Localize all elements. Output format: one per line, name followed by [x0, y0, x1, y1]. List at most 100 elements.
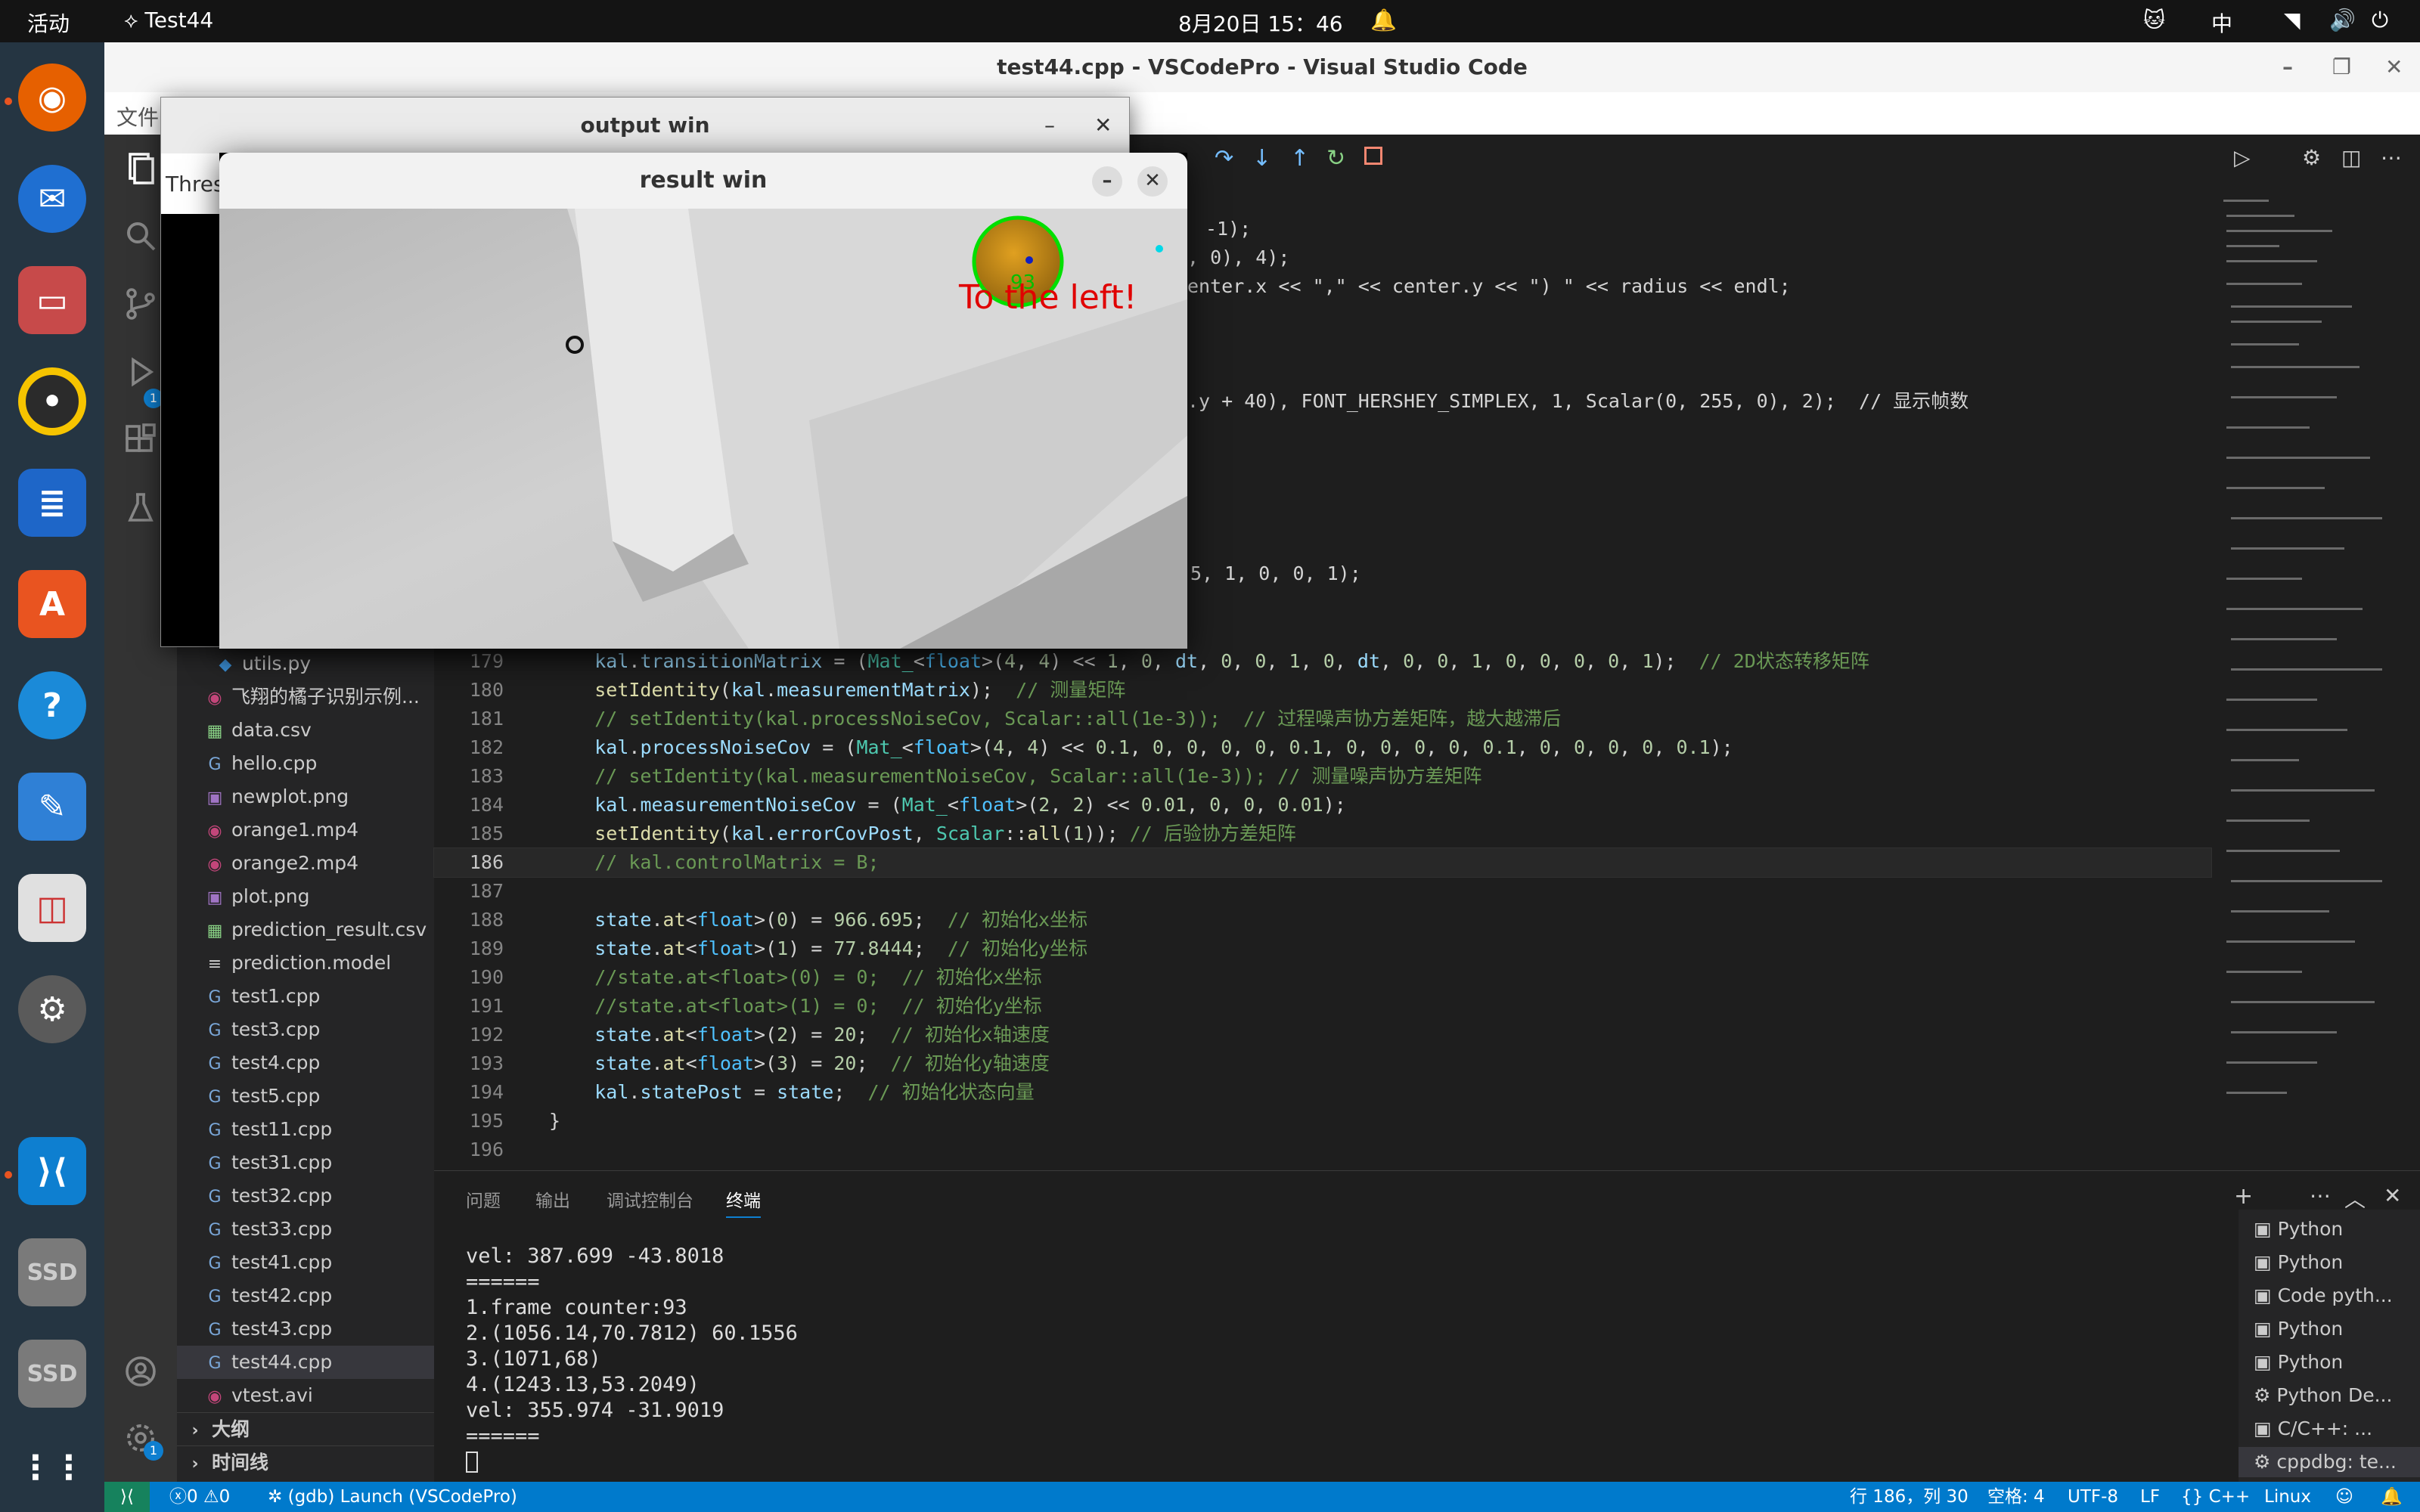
run-icon[interactable]: ▷: [2234, 145, 2251, 170]
file-item[interactable]: ▣ newplot.png: [177, 780, 434, 813]
language-mode[interactable]: {} C++: [2181, 1482, 2250, 1512]
app-menu[interactable]: ⟡ Test44: [124, 8, 213, 33]
code-line[interactable]: 193 state.at<float>(3) = 20; // 初始化y轴速度: [434, 1049, 2211, 1078]
file-item[interactable]: Gtest31.cpp: [177, 1146, 434, 1179]
help-icon[interactable]: ?: [18, 671, 86, 739]
close-icon[interactable]: ✕: [1137, 166, 1168, 197]
tab-terminal[interactable]: 终端: [726, 1186, 761, 1218]
notification-bell-icon[interactable]: 🔔: [1370, 8, 1397, 33]
step-into-icon[interactable]: ↓: [1252, 145, 1271, 172]
minimize-icon[interactable]: –: [2282, 42, 2293, 92]
file-item[interactable]: Gtest41.cpp: [177, 1246, 434, 1279]
app-center-icon[interactable]: A: [18, 570, 86, 638]
file-item[interactable]: Gtest42.cpp: [177, 1279, 434, 1312]
settings-icon[interactable]: ⚙: [18, 975, 86, 1043]
minimize-icon[interactable]: –: [1044, 98, 1055, 153]
thunderbird-icon[interactable]: ✉: [18, 165, 86, 233]
os-indicator[interactable]: Linux: [2264, 1482, 2311, 1512]
tab-output[interactable]: 输出: [535, 1186, 570, 1212]
extensions-icon[interactable]: [123, 422, 159, 458]
terminal-item[interactable]: ▣ Python: [2254, 1347, 2343, 1377]
terminal-item[interactable]: ▣ Python: [2254, 1247, 2343, 1278]
timeline-section[interactable]: › 时间线: [177, 1445, 434, 1479]
code-line[interactable]: 185 setIdentity(kal.errorCovPost, Scalar…: [434, 820, 2211, 848]
terminal-item[interactable]: ⚙ Python De...: [2254, 1380, 2392, 1411]
new-terminal-icon[interactable]: +: [2234, 1183, 2253, 1210]
file-item[interactable]: ◉ 飞翔的橘子识别示例...: [177, 680, 434, 714]
split-editor-icon[interactable]: ◫: [2341, 145, 2361, 170]
cursor-position[interactable]: 行 186，列 30: [1850, 1482, 1969, 1512]
remote-icon[interactable]: ⟩⟨: [104, 1482, 150, 1512]
firefox-icon[interactable]: ◉: [18, 64, 86, 132]
step-out-icon[interactable]: ↑: [1290, 145, 1309, 172]
terminal-item-active[interactable]: ⚙ cppdbg: te...: [2238, 1447, 2420, 1477]
file-item-active[interactable]: Gtest44.cpp: [177, 1346, 434, 1379]
power-icon[interactable]: ⏻: [2372, 8, 2388, 33]
encoding[interactable]: UTF-8: [2068, 1482, 2118, 1512]
file-item[interactable]: ≡ prediction.model: [177, 947, 434, 980]
file-item[interactable]: Gtest11.cpp: [177, 1113, 434, 1146]
code-line[interactable]: 189 state.at<float>(1) = 77.8444; // 初始化…: [434, 934, 2211, 963]
code-line[interactable]: 186 // kal.controlMatrix = B;: [433, 847, 2212, 878]
tab-debug-console[interactable]: 调试控制台: [607, 1186, 693, 1212]
terminal-item[interactable]: ▣ Python: [2254, 1314, 2343, 1344]
file-item[interactable]: Gtest4.cpp: [177, 1046, 434, 1080]
output-window-titlebar[interactable]: output win – ✕: [161, 98, 1129, 153]
code-line[interactable]: 190 //state.at<float>(0) = 0; // 初始化x坐标: [434, 963, 2211, 992]
file-item[interactable]: Gtest1.cpp: [177, 980, 434, 1013]
indentation[interactable]: 空格: 4: [1987, 1482, 2045, 1512]
result-window[interactable]: result win – ✕ 93 To the left!: [219, 153, 1187, 649]
volume-icon[interactable]: 🔊: [2329, 8, 2356, 33]
input-method[interactable]: 中: [2211, 8, 2232, 38]
files-icon[interactable]: ▭: [18, 266, 86, 334]
file-item[interactable]: Gtest3.cpp: [177, 1013, 434, 1046]
show-apps-icon[interactable]: ⋮⋮: [18, 1433, 86, 1501]
run-debug-icon[interactable]: [123, 354, 159, 390]
code-line[interactable]: 196: [434, 1136, 2211, 1164]
restart-icon[interactable]: ↻: [1326, 145, 1345, 172]
testing-flask-icon[interactable]: [123, 490, 159, 526]
file-item[interactable]: Gtest43.cpp: [177, 1312, 434, 1346]
file-item[interactable]: ◉ orange1.mp4: [177, 813, 434, 847]
file-item[interactable]: ▦ data.csv: [177, 714, 434, 747]
file-item[interactable]: Ghello.cpp: [177, 747, 434, 780]
ssd-drive-icon[interactable]: SSD: [18, 1238, 86, 1306]
text-editor-icon[interactable]: ✎: [18, 773, 86, 841]
minimize-icon[interactable]: –: [1092, 166, 1122, 197]
code-line[interactable]: 192 state.at<float>(2) = 20; // 初始化x轴速度: [434, 1021, 2211, 1049]
ssd-drive-icon-2[interactable]: SSD: [18, 1340, 86, 1408]
menu-file[interactable]: 文件: [116, 101, 159, 132]
search-icon[interactable]: [123, 218, 159, 254]
minimap[interactable]: [2216, 184, 2397, 1167]
source-control-icon[interactable]: [123, 286, 159, 322]
vscode-icon[interactable]: ⟩⟨: [18, 1137, 86, 1205]
terminal-item[interactable]: ▣ Code pyth...: [2254, 1281, 2393, 1311]
eol[interactable]: LF: [2140, 1482, 2160, 1512]
wifi-icon[interactable]: ◥: [2284, 8, 2301, 33]
maximize-panel-icon[interactable]: ︿: [2344, 1183, 2366, 1213]
outline-section[interactable]: › 大纲: [177, 1412, 434, 1445]
settings-gear-icon[interactable]: ⚙: [2302, 145, 2321, 170]
more-actions-icon[interactable]: ⋯: [2310, 1183, 2331, 1208]
file-item[interactable]: ◆ utils.py: [177, 647, 434, 680]
explorer-icon[interactable]: [123, 150, 159, 186]
file-item[interactable]: Gtest32.cpp: [177, 1179, 434, 1213]
result-window-titlebar[interactable]: result win – ✕: [219, 153, 1187, 209]
more-actions-icon[interactable]: ⋯: [2381, 145, 2402, 170]
file-item[interactable]: Gtest33.cpp: [177, 1213, 434, 1246]
file-item[interactable]: ▦ prediction_result.csv: [177, 913, 434, 947]
document-viewer-icon[interactable]: ◫: [18, 874, 86, 942]
code-line[interactable]: 182 kal.processNoiseCov = (Mat_<float>(4…: [434, 733, 2211, 762]
file-item[interactable]: ◉ orange2.mp4: [177, 847, 434, 880]
feedback-icon[interactable]: ☺: [2335, 1482, 2353, 1512]
maximize-icon[interactable]: ❐: [2332, 42, 2351, 92]
writer-icon[interactable]: ≣: [18, 469, 86, 537]
terminal-item[interactable]: ▣ Python: [2254, 1214, 2343, 1244]
tab-problems[interactable]: 问题: [466, 1186, 501, 1212]
problems-status[interactable]: ⓧ0 ⚠0: [169, 1482, 230, 1512]
code-line[interactable]: 194 kal.statePost = state; // 初始化状态向量: [434, 1078, 2211, 1107]
code-line[interactable]: 187: [434, 877, 2211, 906]
notifications-icon[interactable]: 🔔: [2381, 1482, 2403, 1512]
debug-launch-status[interactable]: ✲ (gdb) Launch (VSCodePro): [268, 1482, 517, 1512]
code-line[interactable]: 180 setIdentity(kal.measurementMatrix); …: [434, 676, 2211, 705]
